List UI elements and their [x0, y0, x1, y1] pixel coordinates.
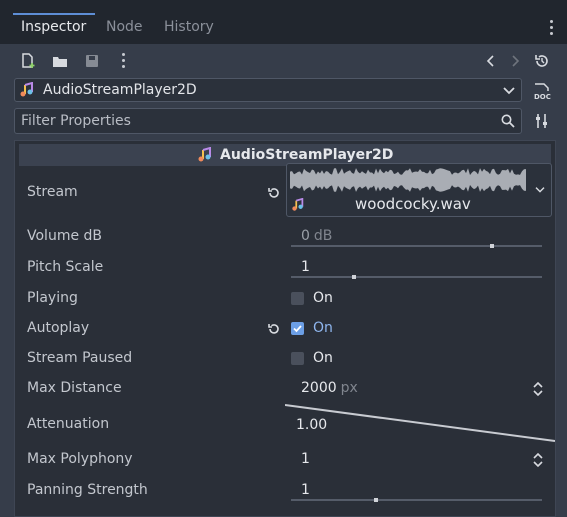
forward-arrow-icon[interactable]: [507, 53, 523, 69]
volume-label: Volume dB: [27, 228, 103, 244]
autoplay-label: Autoplay: [27, 320, 90, 336]
chevron-down-icon: [503, 87, 515, 95]
stream-label: Stream: [27, 184, 78, 200]
autoplay-state[interactable]: On: [313, 320, 333, 336]
pitch-slider[interactable]: [291, 275, 542, 279]
audio-file-icon: [292, 198, 304, 211]
stream-paused-label: Stream Paused: [27, 350, 133, 366]
tab-inspector[interactable]: Inspector: [21, 19, 86, 35]
property-panel: AudioStreamPlayer2D Stream woodcocky.wav…: [14, 140, 556, 517]
panning-strength-value[interactable]: 1: [301, 482, 310, 498]
help-icon[interactable]: DOC: [533, 82, 551, 100]
pitch-slider-knob[interactable]: [352, 275, 356, 279]
back-arrow-icon[interactable]: [483, 53, 499, 69]
volume-slider-knob[interactable]: [490, 244, 494, 248]
max-polyphony-label: Max Polyphony: [27, 451, 133, 467]
search-icon: [501, 114, 515, 128]
audio-stream-icon: [20, 82, 33, 97]
pitch-label: Pitch Scale: [27, 259, 104, 275]
max-polyphony-value[interactable]: 1: [301, 451, 310, 467]
chevron-down-icon[interactable]: [535, 186, 545, 194]
stream-file-name: woodcocky.wav: [355, 195, 471, 213]
stream-paused-checkbox[interactable]: [291, 352, 304, 365]
stepper-icon[interactable]: [532, 381, 544, 397]
open-folder-icon[interactable]: [52, 53, 68, 69]
panning-strength-label: Panning Strength: [27, 482, 148, 498]
stream-resource-picker[interactable]: woodcocky.wav: [286, 163, 552, 217]
tab-node[interactable]: Node: [106, 19, 143, 35]
history-icon[interactable]: [534, 53, 550, 69]
property-settings-icon[interactable]: [534, 113, 550, 129]
save-icon[interactable]: [84, 53, 100, 69]
section-title: AudioStreamPlayer2D: [220, 147, 394, 163]
filter-placeholder: Filter Properties: [21, 113, 131, 129]
max-distance-label: Max Distance: [27, 380, 122, 396]
dock-tab-bar: Inspector Node History: [0, 0, 567, 44]
waveform-preview: [290, 168, 526, 192]
tab-history[interactable]: History: [164, 19, 214, 35]
reset-icon[interactable]: [267, 186, 281, 200]
autoplay-checkbox[interactable]: [291, 322, 304, 335]
filter-properties-input[interactable]: Filter Properties: [14, 108, 522, 134]
reset-icon[interactable]: [267, 322, 281, 336]
playing-state[interactable]: On: [313, 290, 333, 306]
svg-text:DOC: DOC: [534, 93, 551, 100]
panning-slider-knob[interactable]: [374, 498, 378, 502]
stream-paused-state[interactable]: On: [313, 350, 333, 366]
playing-checkbox[interactable]: [291, 292, 304, 305]
dock-menu-icon[interactable]: [550, 20, 554, 38]
selected-node-label: AudioStreamPlayer2D: [43, 82, 197, 98]
active-tab-indicator: [13, 13, 95, 15]
attenuation-label: Attenuation: [27, 416, 110, 432]
playing-label: Playing: [27, 290, 78, 306]
max-distance-value[interactable]: 2000 px: [301, 380, 358, 396]
volume-value[interactable]: 0 dB: [301, 228, 332, 244]
object-selector[interactable]: AudioStreamPlayer2D: [14, 78, 522, 102]
attenuation-value: 1.00: [296, 417, 328, 433]
new-resource-icon[interactable]: [20, 53, 36, 69]
panning-slider[interactable]: [291, 498, 542, 502]
audio-stream-icon: [198, 147, 211, 162]
volume-slider[interactable]: [291, 244, 542, 248]
pitch-value[interactable]: 1: [301, 259, 310, 275]
more-icon[interactable]: [122, 53, 125, 71]
check-icon: [293, 325, 302, 333]
stepper-icon[interactable]: [532, 452, 544, 468]
